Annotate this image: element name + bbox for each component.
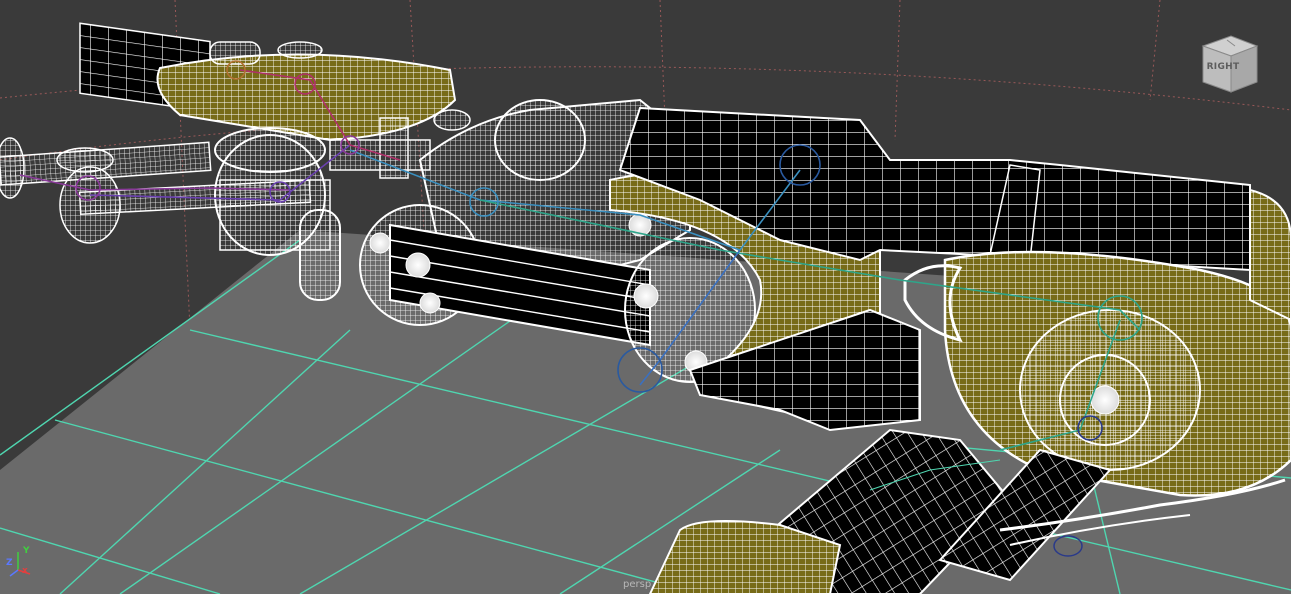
camera-name-label: persp <box>623 579 652 590</box>
3d-viewport[interactable]: RIGHT Y Z x persp <box>0 0 1291 594</box>
wireframe-scene[interactable] <box>0 0 1291 594</box>
viewcube-icon[interactable] <box>1197 24 1261 94</box>
viewcube[interactable]: RIGHT <box>1197 24 1261 94</box>
axis-z-label: Z <box>6 558 13 568</box>
axis-x-label: x <box>22 566 28 576</box>
axis-y-label: Y <box>23 546 30 556</box>
axis-indicator: Y Z x <box>6 546 42 582</box>
